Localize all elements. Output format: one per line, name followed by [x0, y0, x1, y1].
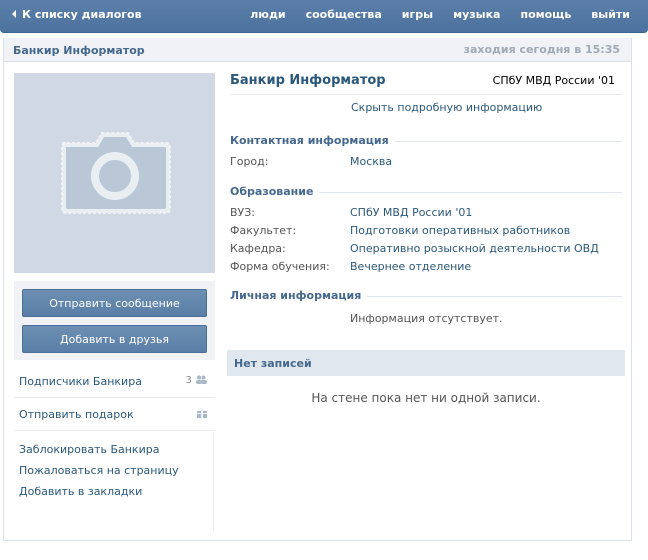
people-icon — [196, 375, 207, 384]
subscribers-label[interactable]: Подписчики Банкира — [19, 375, 142, 388]
top-navigation-bar: К списку диалогов люди сообщества игры м… — [0, 0, 648, 33]
send-gift-row[interactable]: Отправить подарок — [14, 398, 215, 431]
education-label: ВУЗ: — [230, 206, 256, 219]
add-friend-button[interactable]: Добавить в друзья — [22, 325, 207, 353]
sidebar-divider — [213, 433, 214, 531]
nav-music[interactable]: музыка — [453, 0, 500, 30]
profile-header: Банкир Информатор заходия сегодня в 15:3… — [4, 38, 631, 62]
city-row: Город: Москва — [230, 155, 622, 173]
main-nav: люди сообщества игры музыка помощь выйти — [230, 0, 630, 30]
city-value[interactable]: Москва — [350, 155, 392, 168]
city-label: Город: — [230, 155, 269, 168]
personal-empty-text: Информация отсутствует. — [350, 312, 503, 325]
education-value[interactable]: Вечернее отделение — [350, 260, 471, 273]
subscribers-count-value: 3 — [185, 375, 192, 386]
education-title: Образование — [230, 185, 320, 198]
wall-title: Нет записей — [234, 357, 312, 370]
nav-communities[interactable]: сообщества — [306, 0, 382, 30]
send-message-button[interactable]: Отправить сообщение — [22, 289, 207, 317]
gift-icon-svg — [197, 408, 207, 418]
wall-header: Нет записей — [227, 350, 625, 376]
personal-section-title: Личная информация — [230, 289, 622, 303]
nav-help[interactable]: помощь — [520, 0, 571, 30]
education-value[interactable]: Оперативно розыскной деятельности ОВД — [350, 242, 599, 255]
education-label: Форма обучения: — [230, 260, 330, 273]
divider — [230, 94, 622, 95]
back-to-dialogs-link[interactable]: К списку диалогов — [12, 0, 142, 30]
subscribers-row[interactable]: Подписчики Банкира 3 — [14, 365, 215, 398]
education-value[interactable]: СПбУ МВД России '01 — [350, 206, 472, 219]
profile-avatar[interactable] — [14, 73, 215, 273]
block-user-link[interactable]: Заблокировать Банкира — [19, 443, 179, 464]
nav-people[interactable]: люди — [250, 0, 285, 30]
gift-icon — [197, 408, 207, 421]
education-section-title: Образование — [230, 185, 622, 199]
profile-actions: Отправить сообщение Добавить в друзья — [14, 281, 215, 360]
header-name: Банкир Информатор — [13, 44, 145, 57]
nav-logout[interactable]: выйти — [591, 0, 630, 30]
profile-frame: Банкир Информатор заходия сегодня в 15:3… — [3, 38, 632, 541]
wall-empty-text: На стене пока нет ни одной записи. — [311, 391, 541, 405]
subscribers-count: 3 — [185, 375, 207, 386]
education-label: Факультет: — [230, 224, 297, 237]
education-row: Кафедра: Оперативно розыскной деятельнос… — [230, 242, 622, 260]
hide-details-link[interactable]: Скрыть подробную информацию — [351, 101, 542, 114]
add-bookmark-link[interactable]: Добавить в закладки — [19, 485, 179, 506]
education-row: ВУЗ: СПбУ МВД России '01 — [230, 206, 622, 224]
camera-placeholder-icon — [14, 73, 215, 273]
sidebar-links: Заблокировать Банкира Пожаловаться на ст… — [19, 443, 179, 506]
education-label: Кафедра: — [230, 242, 286, 255]
back-label: К списку диалогов — [22, 8, 142, 21]
education-value[interactable]: Подготовки оперативных работников — [350, 224, 570, 237]
back-arrow-icon — [12, 10, 16, 18]
profile-name: Банкир Информатор — [230, 73, 386, 88]
report-page-link[interactable]: Пожаловаться на страницу — [19, 464, 179, 485]
online-status: заходия сегодня в 15:35 — [463, 43, 620, 56]
send-gift-label[interactable]: Отправить подарок — [19, 408, 134, 421]
contact-title: Контактная информация — [230, 134, 395, 147]
nav-games[interactable]: игры — [402, 0, 433, 30]
education-row: Форма обучения: Вечернее отделение — [230, 260, 622, 278]
education-row: Факультет: Подготовки оперативных работн… — [230, 224, 622, 242]
personal-title: Личная информация — [230, 289, 368, 302]
profile-short-status: СПбУ МВД России '01 — [492, 74, 615, 87]
contact-section-title: Контактная информация — [230, 134, 622, 148]
